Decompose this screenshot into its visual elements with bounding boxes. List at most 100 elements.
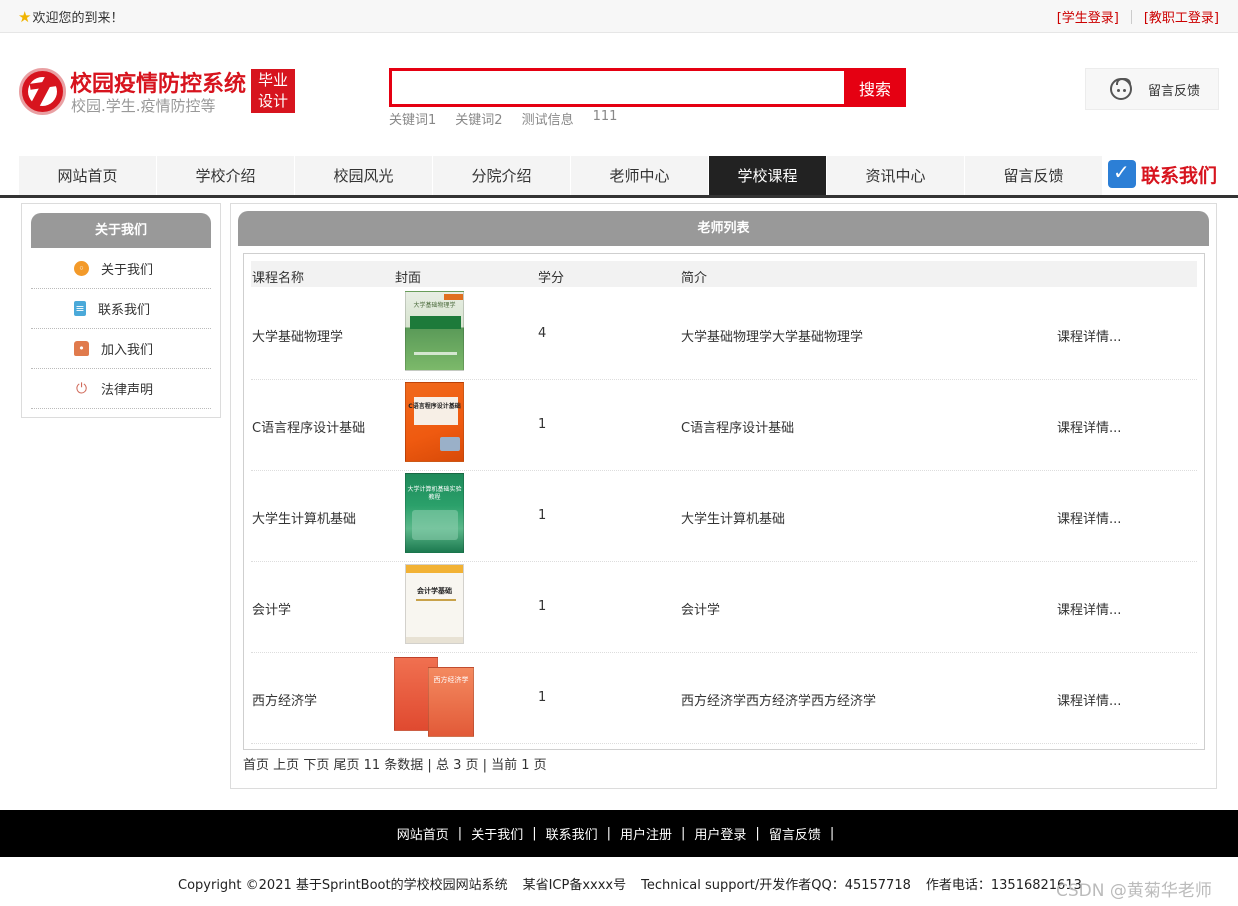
student-login-link[interactable]: [学生登录] bbox=[1057, 7, 1119, 26]
table-row: 西方经济学 西方经济学 1 西方经济学西方经济学西方经济学 课程详情... bbox=[251, 653, 1197, 744]
site-title: 校园疫情防控系统 bbox=[70, 72, 247, 97]
staff-login-link[interactable]: [教职工登录] bbox=[1144, 7, 1219, 26]
keyword-link[interactable]: 测试信息 bbox=[522, 109, 574, 128]
sidebar-item-join[interactable]: • 加入我们 bbox=[31, 329, 211, 369]
table-row: 大学生计算机基础 大学计算机基础实验教程 1 大学生计算机基础 课程详情... bbox=[251, 471, 1197, 562]
course-detail-link[interactable]: 课程详情... bbox=[1057, 508, 1121, 527]
column-header: 学分 bbox=[538, 271, 565, 286]
course-detail-link[interactable]: 课程详情... bbox=[1057, 326, 1121, 345]
nav-item-feedback[interactable]: 留言反馈 bbox=[965, 156, 1103, 196]
checkmark-icon bbox=[1108, 160, 1136, 188]
graduation-badge: 毕业 设计 bbox=[251, 69, 295, 113]
badge-line-1: 毕业 bbox=[257, 71, 288, 89]
nav-item-courses[interactable]: 学校课程 bbox=[709, 156, 827, 196]
pager-summary: 11 条数据 | 总 3 页 | 当前 1 页 bbox=[363, 758, 547, 773]
welcome-text: 欢迎您的到来！ bbox=[32, 11, 124, 26]
course-name: 会计学 bbox=[252, 603, 292, 618]
sidebar: 关于我们 ◦ 关于我们 ≡ 联系我们 • 加入我们 ⏻ 法律声明 bbox=[21, 203, 221, 418]
watermark: CSDN @黄菊华老师 bbox=[1056, 881, 1212, 901]
column-header: 简介 bbox=[681, 271, 708, 286]
pager-prev[interactable]: 上页 bbox=[273, 758, 299, 773]
course-cover-image[interactable]: 大学计算机基础实验教程 bbox=[405, 473, 464, 553]
search-input[interactable] bbox=[392, 71, 844, 104]
column-header: 课程名称 bbox=[252, 271, 305, 286]
circle-info-icon: ◦ bbox=[74, 261, 89, 276]
course-name: 西方经济学 bbox=[252, 694, 318, 709]
sidebar-item-label: 联系我们 bbox=[98, 303, 151, 318]
course-credit: 1 bbox=[538, 599, 547, 614]
search-button[interactable]: 搜索 bbox=[844, 68, 906, 107]
course-table: 课程名称 封面 学分 简介 大学基础物理学 大学基础物理学 4 大学基础物理学大… bbox=[243, 253, 1205, 750]
table-row: C语言程序设计基础 C语言程序设计基础 1 C语言程序设计基础 课程详情... bbox=[251, 380, 1197, 471]
top-bar: ★ 欢迎您的到来！ [学生登录] [教职工登录] bbox=[0, 0, 1238, 33]
course-credit: 1 bbox=[538, 417, 547, 432]
course-name: C语言程序设计基础 bbox=[252, 421, 366, 436]
pagination: 首页 上页 下页 尾页 11 条数据 | 总 3 页 | 当前 1 页 bbox=[243, 754, 547, 773]
nav-item-campus-scenery[interactable]: 校园风光 bbox=[295, 156, 433, 196]
sidebar-item-label: 法律声明 bbox=[101, 383, 154, 398]
sidebar-item-label: 加入我们 bbox=[101, 343, 154, 358]
copyright-text: Copyright ©2021 基于SprintBoot的学校校园网站系统 bbox=[178, 878, 508, 893]
course-cover-image[interactable]: 会计学基础 bbox=[405, 564, 464, 644]
footer-nav: 网站首页 | 关于我们 | 联系我们 | 用户注册 | 用户登录 | 留言反馈 | bbox=[0, 810, 1238, 857]
footer-link-contact[interactable]: 联系我们 bbox=[546, 824, 598, 843]
clipboard-icon: ≡ bbox=[74, 301, 86, 316]
course-name: 大学基础物理学 bbox=[252, 330, 344, 345]
course-detail-link[interactable]: 课程详情... bbox=[1057, 599, 1121, 618]
star-icon: ★ bbox=[18, 7, 32, 26]
pager-next[interactable]: 下页 bbox=[303, 758, 329, 773]
cover-title: 西方经济学 bbox=[433, 676, 469, 684]
course-detail-link[interactable]: 课程详情... bbox=[1057, 417, 1121, 436]
site-logo-icon[interactable] bbox=[19, 68, 66, 115]
sidebar-item-legal[interactable]: ⏻ 法律声明 bbox=[31, 369, 211, 409]
pager-first[interactable]: 首页 bbox=[243, 758, 269, 773]
table-row: 会计学 会计学基础 1 会计学 课程详情... bbox=[251, 562, 1197, 653]
course-cover-image[interactable]: C语言程序设计基础 bbox=[405, 382, 464, 462]
nav-item-news[interactable]: 资讯中心 bbox=[827, 156, 965, 196]
column-header: 封面 bbox=[395, 271, 422, 286]
main-nav: 网站首页 学校介绍 校园风光 分院介绍 老师中心 学校课程 资讯中心 留言反馈 bbox=[19, 156, 1103, 196]
nav-item-school-intro[interactable]: 学校介绍 bbox=[157, 156, 295, 196]
feedback-button[interactable]: 留言反馈 bbox=[1085, 68, 1219, 110]
course-cover-image[interactable]: 西方经济学 bbox=[394, 655, 476, 737]
pager-last[interactable]: 尾页 bbox=[333, 758, 359, 773]
power-icon: ⏻ bbox=[75, 380, 88, 397]
course-credit: 1 bbox=[538, 508, 547, 523]
course-intro: 会计学 bbox=[681, 603, 721, 618]
course-intro: C语言程序设计基础 bbox=[681, 421, 795, 436]
footer-link-about[interactable]: 关于我们 bbox=[471, 824, 523, 843]
cover-title: 大学计算机基础实验教程 bbox=[407, 486, 462, 501]
course-intro: 大学生计算机基础 bbox=[681, 512, 786, 527]
contact-us-link[interactable]: 联系我们 bbox=[1108, 160, 1217, 188]
icp-text: 某省ICP备xxxx号 bbox=[522, 878, 627, 893]
course-cover-image[interactable]: 大学基础物理学 bbox=[405, 291, 464, 371]
nav-item-branches[interactable]: 分院介绍 bbox=[433, 156, 571, 196]
nav-item-home[interactable]: 网站首页 bbox=[19, 156, 157, 196]
sidebar-item-about[interactable]: ◦ 关于我们 bbox=[31, 249, 211, 289]
course-credit: 4 bbox=[538, 326, 547, 341]
course-list-panel: 老师列表 课程名称 封面 学分 简介 大学基础物理学 大学基础物理学 4 大学基… bbox=[230, 203, 1217, 789]
nav-underline bbox=[0, 195, 1238, 198]
footer-link-login[interactable]: 用户登录 bbox=[694, 824, 746, 843]
support-text: Technical support/开发作者QQ：45157718 bbox=[641, 878, 911, 893]
cover-title: C语言程序设计基础 bbox=[408, 403, 461, 410]
cover-title: 大学基础物理学 bbox=[413, 302, 456, 309]
keyword-link[interactable]: 关键词1 bbox=[389, 109, 436, 128]
welcome-message: ★ 欢迎您的到来！ bbox=[18, 7, 124, 27]
footer-link-feedback[interactable]: 留言反馈 bbox=[769, 824, 821, 843]
sidebar-item-contact[interactable]: ≡ 联系我们 bbox=[31, 289, 211, 329]
footer-link-register[interactable]: 用户注册 bbox=[620, 824, 672, 843]
keyword-link[interactable]: 111 bbox=[593, 109, 618, 128]
table-header: 课程名称 封面 学分 简介 bbox=[251, 261, 1197, 287]
course-intro: 大学基础物理学大学基础物理学 bbox=[681, 330, 864, 345]
nav-item-teachers[interactable]: 老师中心 bbox=[571, 156, 709, 196]
course-detail-link[interactable]: 课程详情... bbox=[1057, 690, 1121, 709]
keyword-link[interactable]: 关键词2 bbox=[455, 109, 502, 128]
site-subtitle: 校园.学生.疫情防控等 bbox=[71, 97, 216, 115]
course-name: 大学生计算机基础 bbox=[252, 512, 357, 527]
sidebar-item-label: 关于我们 bbox=[101, 263, 154, 278]
copyright-line: Copyright ©2021 基于SprintBoot的学校校园网站系统 某省… bbox=[178, 874, 1082, 893]
footer-link-home[interactable]: 网站首页 bbox=[397, 824, 449, 843]
customer-service-icon bbox=[1110, 78, 1132, 100]
hot-keywords: 关键词1 关键词2 测试信息 111 bbox=[389, 109, 617, 128]
